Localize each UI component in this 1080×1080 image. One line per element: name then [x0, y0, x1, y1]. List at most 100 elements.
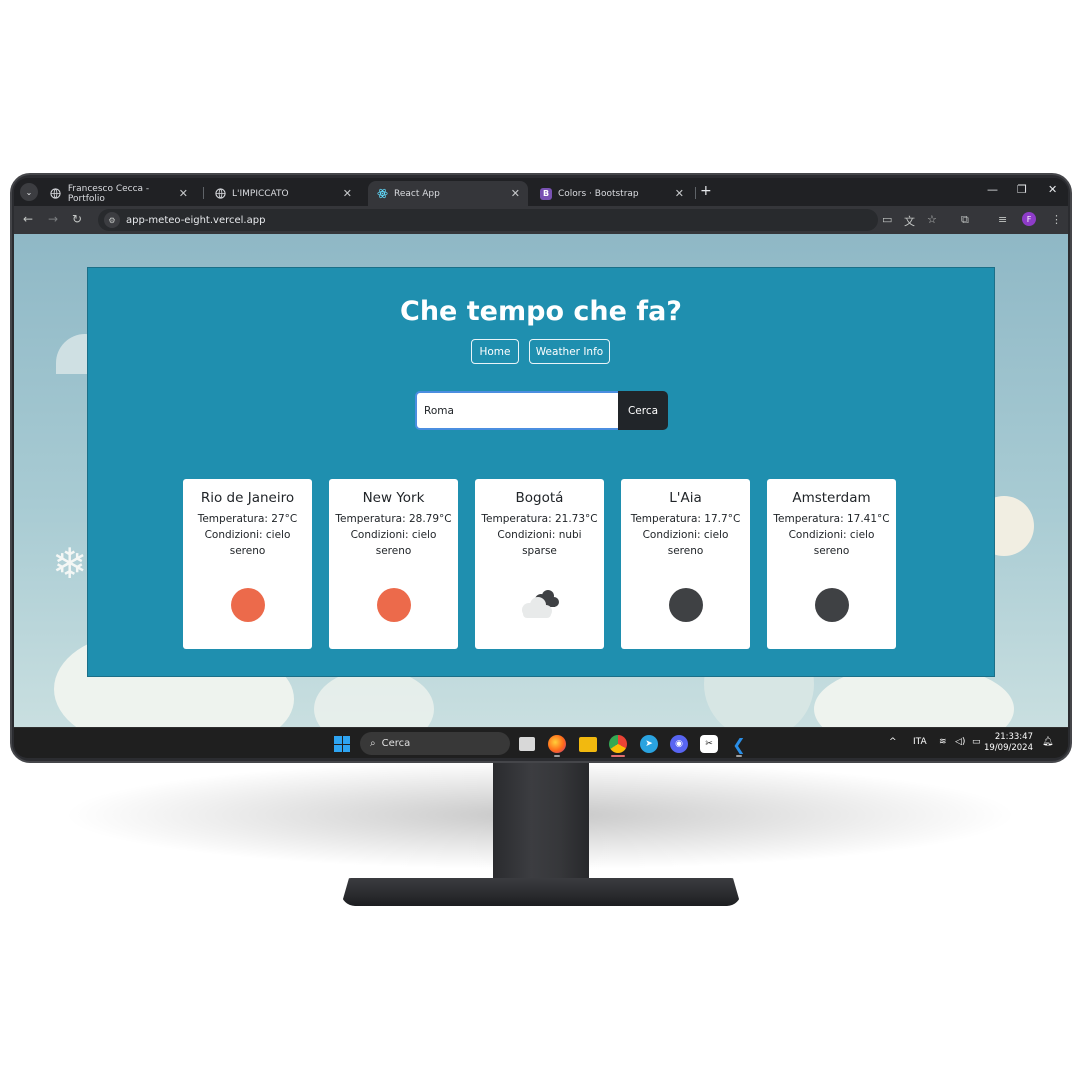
- card-temperature: Temperatura: 27°C: [197, 513, 298, 525]
- tab-impiccato[interactable]: L'IMPICCATO ✕: [206, 181, 360, 206]
- volume-icon[interactable]: ◁): [955, 737, 965, 747]
- taskbar-search[interactable]: ⌕ Cerca: [360, 732, 510, 755]
- wifi-icon[interactable]: ≋: [939, 737, 947, 747]
- discord-icon[interactable]: ◉: [670, 735, 688, 753]
- close-window-icon[interactable]: ✕: [1048, 183, 1057, 196]
- react-icon: [376, 188, 388, 200]
- card-temperature: Temperatura: 21.73°C: [481, 513, 598, 525]
- globe-icon: [214, 188, 226, 200]
- tab-colors-bootstrap[interactable]: B Colors · Bootstrap ✕: [532, 181, 692, 206]
- card-city: Bogotá: [515, 490, 564, 506]
- file-explorer-icon[interactable]: [579, 737, 597, 752]
- city-search-input[interactable]: [415, 391, 618, 430]
- clock-time: 21:33:47: [994, 732, 1033, 742]
- scattered-clouds-icon: [515, 588, 565, 622]
- globe-icon: [50, 188, 62, 200]
- chrome-icon[interactable]: [609, 735, 627, 753]
- weather-card-new-york[interactable]: New York Temperatura: 28.79°C Condizioni…: [329, 479, 458, 649]
- tab-portfolio[interactable]: Francesco Cecca - Portfolio ✕: [42, 181, 196, 206]
- tab-separator: [695, 187, 696, 199]
- tab-label: L'IMPICCATO: [232, 188, 289, 199]
- forward-icon[interactable]: →: [48, 212, 58, 226]
- card-conditions: Condizioni: cielo sereno: [788, 529, 875, 557]
- url-text[interactable]: app-meteo-eight.vercel.app: [126, 215, 265, 226]
- monitor-screen: ⌄ Francesco Cecca - Portfolio ✕ L'IMPICC…: [14, 178, 1068, 758]
- close-tab-icon[interactable]: ✕: [675, 187, 684, 200]
- bootstrap-icon: B: [540, 187, 552, 200]
- card-conditions: Condizioni: cielo sereno: [642, 529, 729, 557]
- extensions-icon[interactable]: ⧉: [961, 213, 969, 227]
- app-running-indicator: [554, 755, 560, 757]
- page-title: Che tempo che fa?: [400, 296, 682, 327]
- back-icon[interactable]: ←: [23, 212, 33, 226]
- telegram-icon[interactable]: ➤: [640, 735, 658, 753]
- moon-icon: [815, 588, 849, 622]
- card-conditions: Condizioni: cielo sereno: [350, 529, 437, 557]
- search-icon: ⌕: [370, 738, 376, 749]
- search-button[interactable]: Cerca: [618, 391, 668, 430]
- close-tab-icon[interactable]: ✕: [179, 187, 188, 200]
- weather-card-bogota[interactable]: Bogotá Temperatura: 21.73°C Condizioni: …: [475, 479, 604, 649]
- site-settings-icon[interactable]: ⚙: [104, 212, 120, 228]
- battery-icon[interactable]: ▭: [972, 737, 981, 747]
- tab-react-app[interactable]: React App ✕: [368, 181, 528, 206]
- card-city: New York: [362, 490, 425, 506]
- tab-label: Colors · Bootstrap: [558, 188, 639, 199]
- card-conditions: Condizioni: cielo sereno: [204, 529, 291, 557]
- card-city: Rio de Janeiro: [200, 490, 295, 506]
- reading-list-icon[interactable]: ≡: [998, 213, 1007, 226]
- app-active-indicator: [611, 755, 625, 757]
- menu-kebab-icon[interactable]: ⋮: [1051, 213, 1062, 226]
- card-city: Amsterdam: [792, 490, 871, 506]
- capcut-icon[interactable]: ✂: [700, 735, 718, 753]
- clock-date: 19/09/2024: [984, 743, 1033, 753]
- chevron-up-icon[interactable]: ^: [889, 737, 897, 747]
- sun-icon: [231, 588, 265, 622]
- windows-start-icon[interactable]: [334, 736, 350, 752]
- taskbar-clock[interactable]: 21:33:47 19/09/2024: [984, 732, 1033, 754]
- card-temperature: Temperatura: 17.7°C: [630, 513, 741, 525]
- browser-tab-strip: ⌄ Francesco Cecca - Portfolio ✕ L'IMPICC…: [14, 178, 1068, 206]
- notifications-icon[interactable]: 🔔︎: [1042, 737, 1053, 747]
- app-running-indicator: [736, 755, 742, 757]
- task-view-icon[interactable]: [519, 737, 535, 751]
- bookmark-star-icon[interactable]: ☆: [927, 213, 937, 226]
- monitor-stand-base: [341, 878, 741, 906]
- close-tab-icon[interactable]: ✕: [511, 187, 520, 200]
- card-temperature: Temperatura: 17.41°C: [773, 513, 890, 525]
- close-tab-icon[interactable]: ✕: [343, 187, 352, 200]
- tab-search-button[interactable]: ⌄: [20, 183, 38, 201]
- taskbar-search-label: Cerca: [381, 738, 411, 749]
- address-bar[interactable]: ⚙ app-meteo-eight.vercel.app: [98, 209, 878, 231]
- tab-label: Francesco Cecca - Portfolio: [67, 183, 150, 204]
- weather-card-amsterdam[interactable]: Amsterdam Temperatura: 17.41°C Condizion…: [767, 479, 896, 649]
- card-temperature: Temperatura: 28.79°C: [335, 513, 452, 525]
- moon-icon: [669, 588, 703, 622]
- windows-taskbar: ⌕ Cerca ➤ ◉ ✂ ❮ ^ ITA ≋ ◁) ▭ 21:33:47 19…: [14, 727, 1068, 758]
- weather-card-rio-de-janeiro[interactable]: Rio de Janeiro Temperatura: 27°C Condizi…: [183, 479, 312, 649]
- reload-icon[interactable]: ↻: [72, 212, 82, 226]
- new-tab-button[interactable]: +: [700, 183, 712, 199]
- tab-label: React App: [394, 188, 440, 199]
- card-city: L'Aia: [669, 490, 702, 506]
- sun-icon: [377, 588, 411, 622]
- nav-home-link[interactable]: Home: [471, 339, 519, 364]
- minimize-icon[interactable]: —: [987, 183, 998, 196]
- vscode-icon[interactable]: ❮: [730, 735, 748, 754]
- restore-icon[interactable]: ❐: [1017, 183, 1027, 196]
- nav-weather-info-link[interactable]: Weather Info: [529, 339, 610, 364]
- cast-icon[interactable]: ▭: [882, 213, 892, 226]
- snowflake-decoration: ❄: [52, 539, 88, 588]
- page-viewport: ❄ Che tempo che fa? Home Weather Info Ce…: [14, 234, 1068, 727]
- tab-separator: [203, 187, 204, 199]
- weather-card-l-aia[interactable]: L'Aia Temperatura: 17.7°C Condizioni: ci…: [621, 479, 750, 649]
- weather-app-panel: Che tempo che fa? Home Weather Info Cerc…: [87, 267, 995, 677]
- language-indicator[interactable]: ITA: [913, 737, 927, 747]
- profile-avatar[interactable]: F: [1022, 212, 1036, 226]
- translate-icon[interactable]: 文: [904, 213, 915, 229]
- monitor-stand-neck: [493, 760, 589, 888]
- browser-toolbar: ← → ↻ ⚙ app-meteo-eight.vercel.app ▭ 文 ☆…: [14, 206, 1068, 234]
- card-conditions: Condizioni: nubi sparse: [497, 529, 582, 557]
- firefox-icon[interactable]: [548, 735, 566, 753]
- cloud-decoration: [314, 669, 434, 727]
